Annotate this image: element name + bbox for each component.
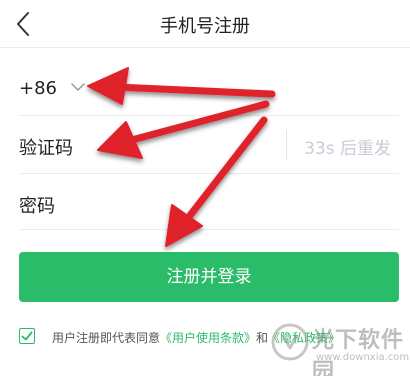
watermark: 光下软件园 www.downxia.com — [270, 318, 410, 376]
watermark-logo-icon — [271, 323, 309, 361]
register-login-button[interactable]: 注册并登录 — [19, 252, 399, 302]
watermark-brand: 光下软件园 — [312, 328, 405, 376]
resend-code-button[interactable]: 33s 后重发 — [304, 134, 391, 159]
phone-register-screen: 手机号注册 +86 验证码 33s 后重发 密码 注册并登录 用户注册即代表同意… — [0, 0, 410, 376]
password-label: 密码 — [19, 196, 55, 217]
page-title: 手机号注册 — [160, 16, 250, 37]
agreement-prefix: 用户注册即代表同意 — [52, 331, 161, 345]
vertical-divider — [286, 130, 287, 160]
top-bar: 手机号注册 — [0, 0, 410, 48]
password-row[interactable]: 密码 — [19, 174, 399, 230]
phone-number-row[interactable]: +86 — [19, 60, 399, 116]
chevron-down-icon[interactable] — [71, 82, 85, 92]
watermark-url: www.downxia.com — [316, 352, 410, 363]
verification-code-row[interactable]: 验证码 33s 后重发 — [19, 116, 399, 174]
verification-code-label: 验证码 — [19, 138, 73, 159]
agreement-checkbox[interactable] — [19, 328, 35, 344]
agreement-conjunction: 和 — [256, 331, 269, 345]
checkmark-icon — [21, 331, 33, 341]
country-code[interactable]: +86 — [19, 78, 57, 99]
terms-link[interactable]: 《用户使用条款》 — [160, 331, 256, 345]
